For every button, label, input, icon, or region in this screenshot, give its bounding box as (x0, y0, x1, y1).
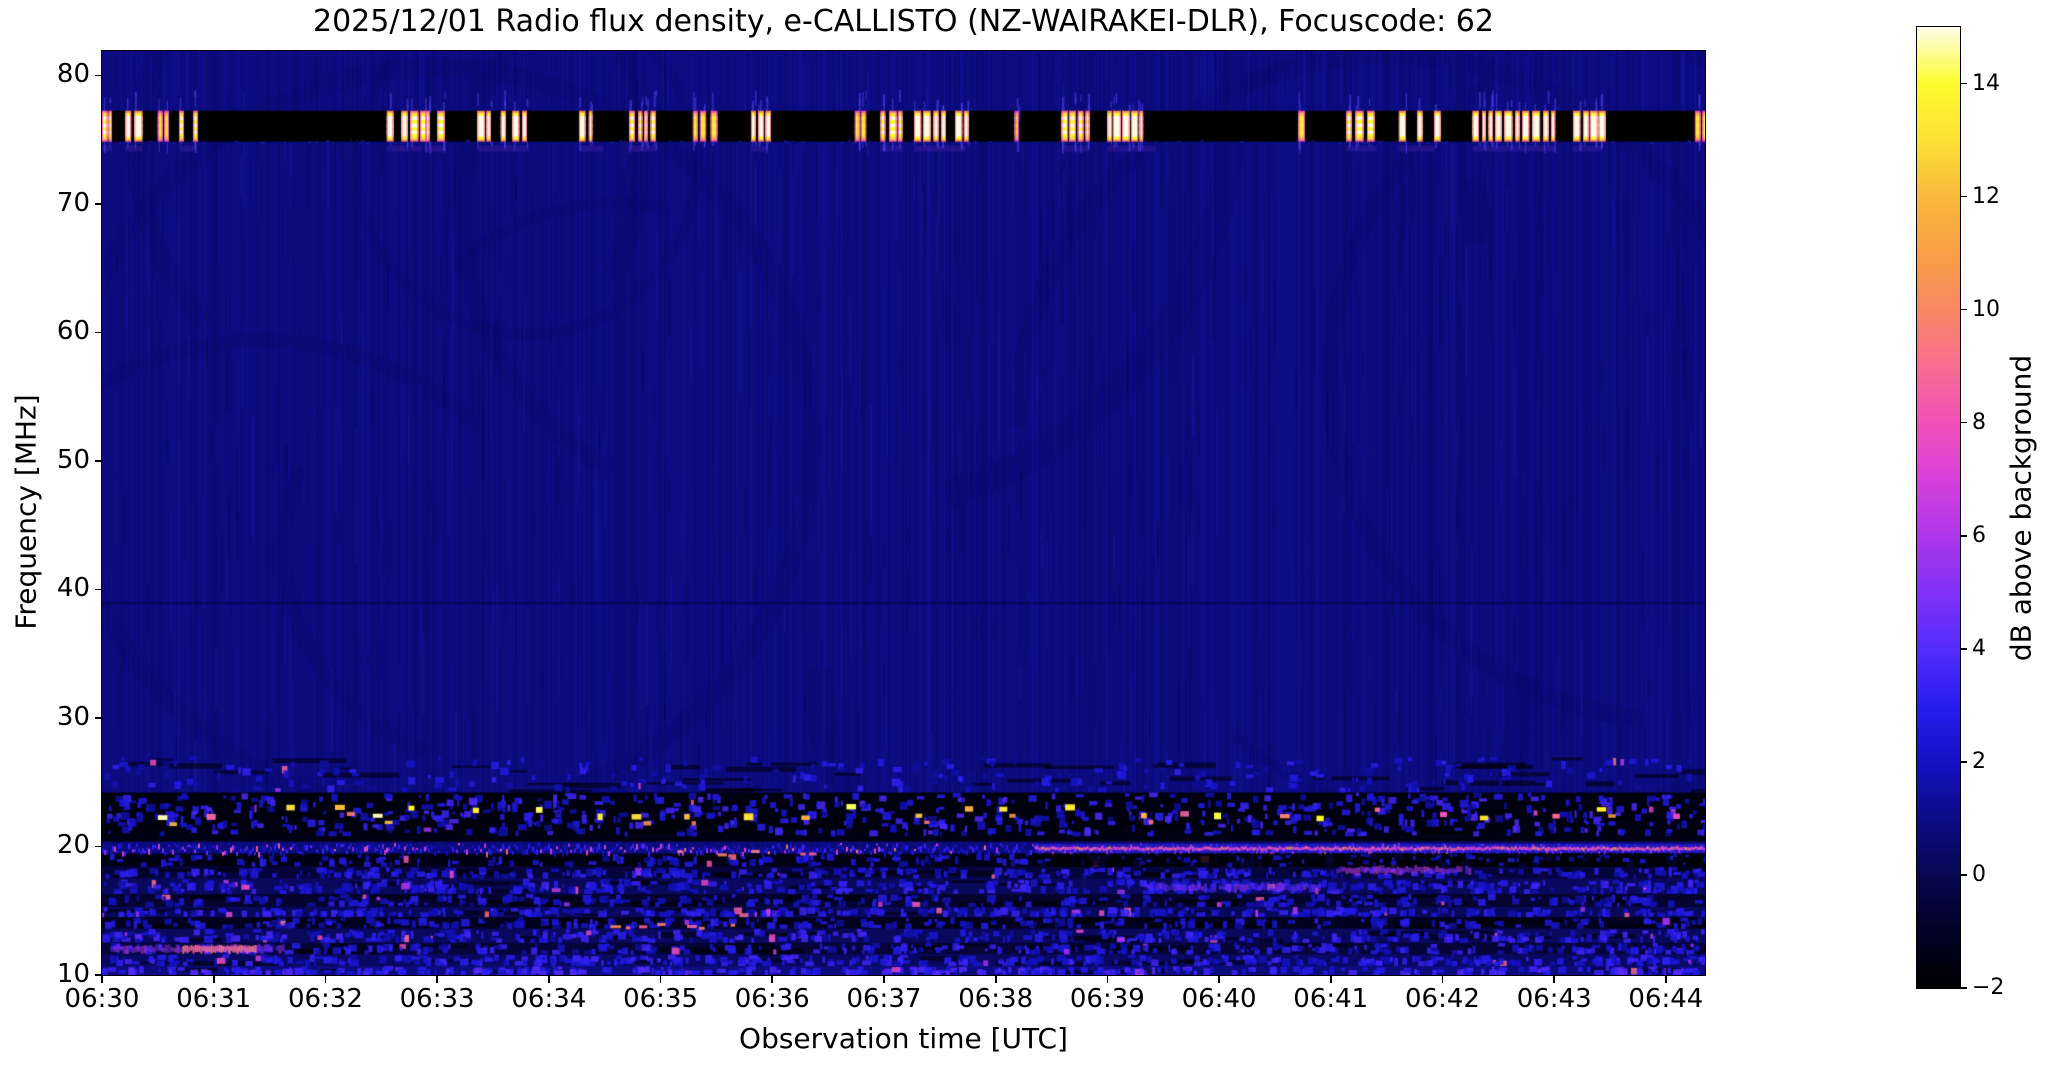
x-tick-label: 06:43 (1516, 984, 1592, 1014)
colorbar-tick-mark (1961, 308, 1967, 311)
x-tick-label: 06:35 (623, 984, 698, 1014)
figure: 2025/12/01 Radio flux density, e-CALLIST… (0, 0, 2047, 1067)
y-tick-label: 10 (56, 959, 90, 989)
x-tick-label: 06:44 (1628, 984, 1704, 1014)
colorbar-tick-mark (1961, 421, 1967, 424)
y-tick-label: 80 (56, 59, 90, 90)
x-tick-label: 06:36 (734, 984, 810, 1014)
colorbar-tick-label: 8 (1972, 409, 1986, 435)
x-tick-mark (883, 976, 885, 983)
colorbar (1916, 26, 1961, 989)
x-tick-mark (1441, 976, 1444, 983)
y-tick-mark (95, 845, 102, 848)
x-tick-label: 06:38 (958, 984, 1034, 1014)
y-tick-label: 20 (56, 830, 90, 861)
plot-area (101, 50, 1706, 976)
colorbar-label: dB above background (2004, 354, 2038, 662)
x-tick-mark (771, 976, 774, 983)
x-tick-mark (436, 976, 438, 983)
x-tick-mark (1106, 976, 1109, 983)
x-tick-mark (659, 976, 662, 983)
y-tick-mark (95, 717, 102, 719)
colorbar-tick-label: 0 (1972, 861, 1986, 887)
x-tick-mark (101, 976, 103, 983)
y-tick-mark (95, 588, 102, 591)
x-tick-label: 06:31 (176, 984, 252, 1014)
spectrogram-heatmap (102, 51, 1705, 975)
x-tick-mark (1330, 976, 1332, 983)
x-tick-mark (324, 976, 327, 983)
x-tick-label: 06:33 (399, 984, 475, 1014)
x-tick-label: 06:40 (1181, 984, 1257, 1014)
colorbar-tick-mark (1961, 648, 1967, 650)
x-tick-mark (548, 976, 550, 983)
y-tick-label: 40 (56, 573, 90, 604)
y-tick-mark (95, 331, 102, 334)
colorbar-tick-label: 10 (1972, 296, 2000, 322)
colorbar-tick-mark (1961, 195, 1967, 198)
y-tick-mark (95, 74, 102, 77)
colorbar-tick-mark (1961, 534, 1967, 537)
colorbar-tick-label: −2 (1972, 975, 2005, 1000)
y-tick-label: 30 (56, 701, 90, 732)
x-tick-label: 06:41 (1293, 984, 1369, 1014)
chart-title: 2025/12/01 Radio flux density, e-CALLIST… (312, 4, 1494, 39)
y-tick-mark (95, 974, 102, 976)
x-tick-mark (212, 976, 215, 983)
x-tick-label: 06:32 (287, 984, 363, 1014)
x-tick-mark (994, 976, 997, 983)
y-tick-mark (95, 460, 102, 462)
y-tick-label: 50 (56, 444, 90, 475)
colorbar-tick-label: 14 (1972, 70, 2000, 96)
x-tick-label: 06:39 (1069, 984, 1145, 1014)
colorbar-tick-label: 2 (1972, 748, 1986, 774)
y-tick-label: 60 (56, 316, 90, 347)
x-tick-mark (1665, 976, 1667, 983)
colorbar-tick-mark (1961, 761, 1967, 763)
x-tick-label: 06:42 (1405, 984, 1480, 1014)
colorbar-tick-label: 12 (1972, 183, 2000, 209)
x-tick-mark (1553, 976, 1556, 983)
y-tick-mark (95, 203, 102, 205)
colorbar-tick-label: 4 (1972, 635, 1986, 661)
colorbar-gradient (1917, 27, 1960, 988)
x-tick-label: 06:37 (846, 984, 922, 1014)
colorbar-tick-mark (1961, 82, 1967, 85)
y-tick-label: 70 (56, 187, 90, 218)
x-axis-label: Observation time [UTC] (739, 1022, 1068, 1055)
colorbar-tick-mark (1961, 874, 1967, 876)
x-tick-label: 06:34 (511, 984, 587, 1014)
colorbar-tick-mark (1961, 987, 1967, 989)
x-tick-mark (1218, 976, 1220, 983)
colorbar-tick-label: 6 (1972, 522, 1986, 548)
